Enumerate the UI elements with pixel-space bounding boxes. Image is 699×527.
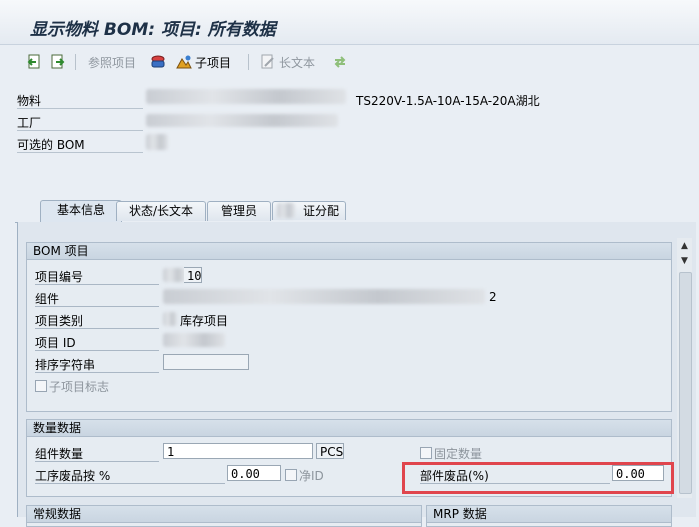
fixed-qty-checkbox[interactable]: 固定数量 [420, 445, 482, 462]
title-bar: 显示物料 BOM: 项目: 所有数据 [0, 0, 699, 45]
mrp-data-title: MRP 数据 [427, 506, 671, 523]
component-qty-label: 组件数量 [35, 447, 84, 461]
item-number-underline [35, 284, 159, 285]
window-title: 显示物料 BOM: 项目: 所有数据 [30, 20, 276, 40]
highlight-box [402, 462, 674, 494]
toolbar-separator [75, 54, 76, 70]
bom-item-group-title: BOM 项目 [27, 243, 671, 260]
plant-underline [17, 130, 143, 131]
document-edit-icon [260, 54, 276, 70]
unit-field[interactable]: PCS [316, 443, 344, 459]
sort-string-underline [35, 372, 159, 373]
pointer-button[interactable] [150, 52, 166, 72]
component-label: 组件 [35, 292, 60, 306]
sub-item-flag-checkbox[interactable]: 子项目标志 [35, 378, 109, 395]
item-id-underline [35, 350, 159, 351]
fixed-qty-box [420, 447, 432, 459]
alt-bom-label: 可选的 BOM [17, 138, 85, 152]
general-data-title: 常规数据 [27, 506, 421, 523]
tab-basic-info[interactable]: 基本信息 [40, 200, 122, 222]
item-category-text: 库存项目 [180, 314, 229, 328]
sort-string-label: 排序字符串 [35, 358, 96, 372]
next-item-button[interactable] [50, 52, 66, 72]
item-id-redacted [163, 333, 225, 347]
material-underline [17, 108, 143, 109]
application-toolbar: 参照项目 子项目 长文本 [0, 48, 699, 76]
item-category-code-redacted [163, 312, 177, 326]
material-description: TS220V-1.5A-10A-15A-20A湖北 [356, 94, 540, 108]
tab-label-redacted [277, 203, 295, 218]
item-category-label: 项目类别 [35, 314, 84, 328]
bom-item-group: BOM 项目 项目编号 10 组件 2 项目类别 库存项目 项目 ID 排序字符… [26, 242, 672, 412]
scrollbar-thumb[interactable] [679, 272, 692, 494]
alt-bom-redacted [146, 134, 168, 150]
previous-item-button[interactable] [26, 52, 42, 72]
sub-item-icon [176, 54, 192, 70]
item-number-label: 项目编号 [35, 270, 84, 284]
sub-item-label: 子项目 [195, 55, 232, 70]
previous-item-icon [26, 54, 42, 70]
op-scrap-field[interactable]: 0.00 [227, 465, 281, 481]
item-category-underline [35, 328, 159, 329]
net-id-label: 净ID [299, 469, 324, 483]
long-text-button[interactable]: 长文本 [260, 52, 315, 72]
material-number-redacted [146, 89, 346, 104]
item-number-redacted [163, 268, 185, 282]
stack-icon [150, 54, 166, 70]
op-scrap-label: 工序废品按 % [35, 469, 111, 483]
sub-item-button[interactable]: 子项目 [176, 52, 231, 72]
tab-status-long-text[interactable]: 状态/长文本 [116, 201, 206, 221]
item-number-field[interactable]: 10 [184, 267, 202, 283]
plant-redacted [146, 114, 338, 127]
net-id-checkbox[interactable]: 净ID [285, 467, 324, 484]
general-data-group: 常规数据 [26, 505, 422, 527]
toolbar-separator [248, 54, 249, 70]
scroll-down-icon[interactable]: ▼ [679, 256, 690, 267]
refresh-button[interactable] [332, 52, 348, 72]
reference-item-button[interactable]: 参照项目 [88, 52, 136, 72]
component-suffix: 2 [489, 290, 497, 304]
refresh-icon [332, 54, 348, 70]
quantity-group-title: 数量数据 [27, 420, 671, 437]
mrp-data-group: MRP 数据 [426, 505, 672, 527]
op-scrap-underline [35, 483, 225, 484]
plant-label: 工厂 [17, 116, 42, 130]
sub-item-flag-label: 子项目标志 [49, 380, 110, 394]
long-text-label: 长文本 [279, 55, 316, 70]
vertical-scrollbar[interactable]: ▲ ▼ [677, 238, 692, 498]
component-redacted [163, 289, 485, 304]
next-item-icon [50, 54, 66, 70]
component-qty-underline [35, 461, 159, 462]
tab-strip: 基本信息 状态/长文本 管理员 证分配 [15, 200, 695, 223]
component-underline [35, 306, 159, 307]
material-label: 物料 [17, 94, 42, 108]
sub-item-flag-box [35, 380, 47, 392]
component-qty-field[interactable]: 1 [163, 443, 313, 459]
net-id-box [285, 469, 297, 481]
tab-administration[interactable]: 管理员 [207, 201, 271, 221]
fixed-qty-label: 固定数量 [434, 447, 483, 461]
alt-bom-underline [17, 152, 143, 153]
item-id-label: 项目 ID [35, 336, 76, 350]
scroll-up-icon[interactable]: ▲ [679, 241, 690, 252]
sort-string-field[interactable] [163, 354, 249, 370]
